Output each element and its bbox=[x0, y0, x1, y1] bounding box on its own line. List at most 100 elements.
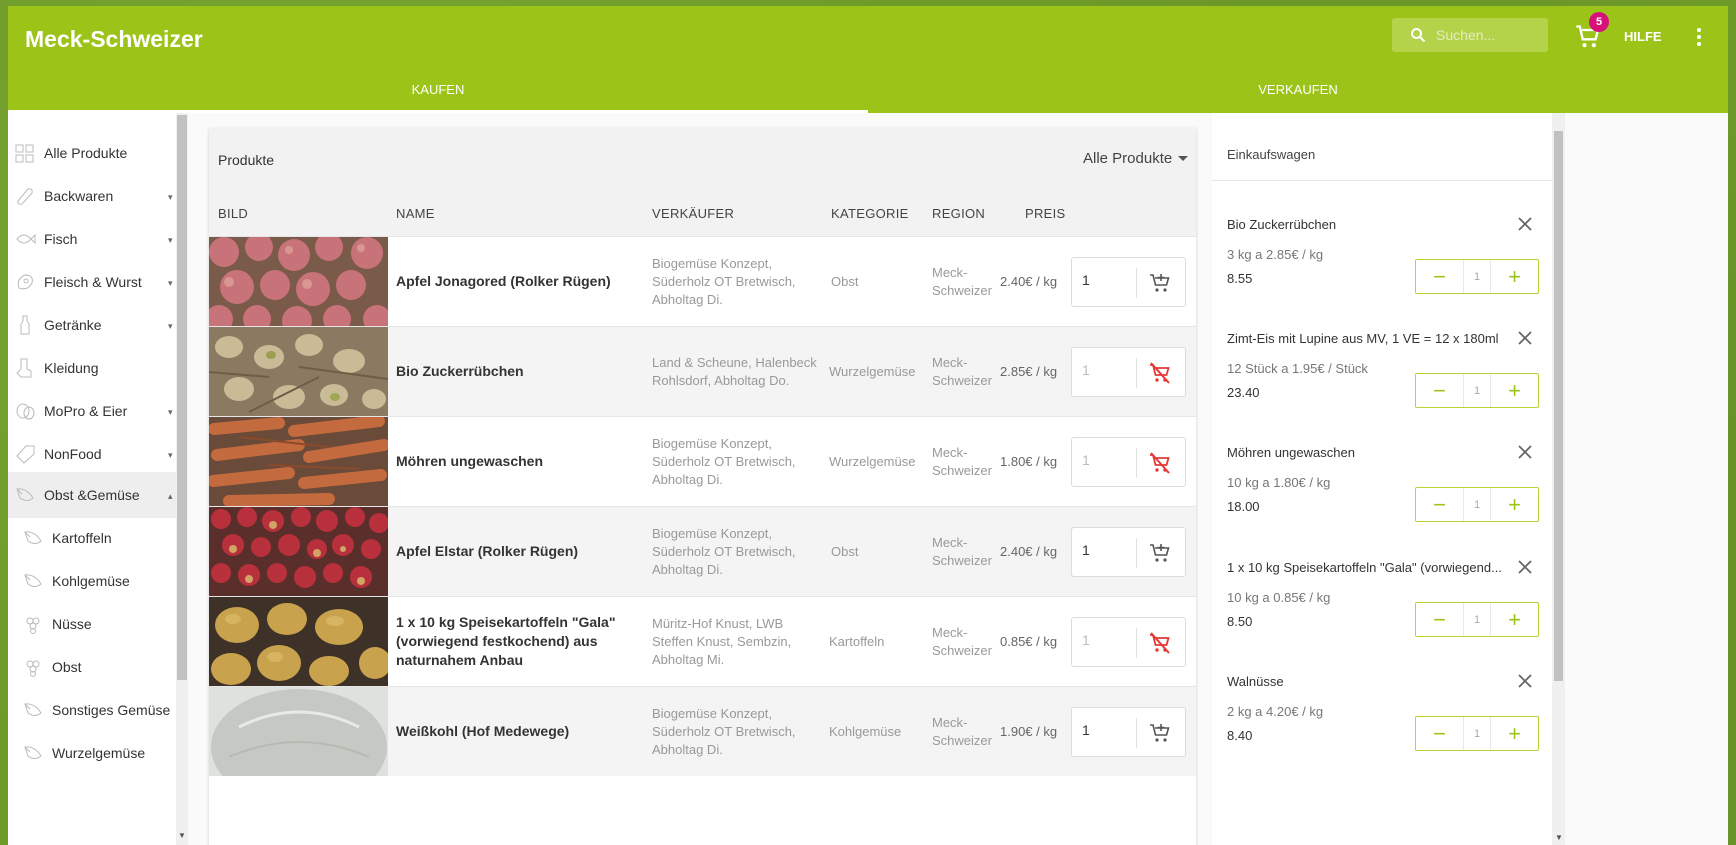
increase-quantity-button[interactable]: + bbox=[1491, 717, 1538, 750]
increase-quantity-button[interactable]: + bbox=[1491, 260, 1538, 293]
product-name[interactable]: Apfel Elstar (Rolker Rügen) bbox=[396, 507, 636, 596]
sidebar-item-label: Backwaren bbox=[44, 188, 114, 204]
shopping-cart-panel: Einkaufswagen Bio Zuckerrübchen 3 kg a 2… bbox=[1212, 113, 1552, 845]
close-icon[interactable] bbox=[1516, 215, 1534, 233]
sidebar-item-sonstiges-gemuese[interactable]: Sonstiges Gemüse bbox=[8, 687, 176, 733]
quantity-input[interactable] bbox=[1082, 722, 1132, 738]
product-image-beets[interactable] bbox=[209, 327, 388, 416]
search-input[interactable] bbox=[1436, 27, 1546, 43]
stepper-value[interactable]: 1 bbox=[1463, 260, 1491, 293]
divider bbox=[1136, 628, 1137, 658]
product-image-carrots[interactable] bbox=[209, 417, 388, 506]
sidebar-item-mopro-eier[interactable]: MoPro & Eier ▾ bbox=[8, 388, 176, 434]
product-name[interactable]: Apfel Jonagored (Rolker Rügen) bbox=[396, 237, 636, 326]
fish-icon bbox=[16, 233, 36, 245]
sidebar-item-label: Kohlgemüse bbox=[52, 573, 130, 589]
sidebar-item-fleisch-wurst[interactable]: Fleisch & Wurst ▾ bbox=[8, 259, 176, 305]
increase-quantity-button[interactable]: + bbox=[1491, 603, 1538, 636]
close-icon[interactable] bbox=[1516, 558, 1534, 576]
product-category: Obst bbox=[831, 274, 859, 289]
scrollbar-thumb[interactable] bbox=[177, 115, 187, 680]
column-header-seller: VERKÄUFER bbox=[652, 206, 735, 221]
more-vert-icon[interactable] bbox=[1692, 24, 1706, 50]
increase-quantity-button[interactable]: + bbox=[1491, 374, 1538, 407]
product-region: Meck-Schweizer bbox=[932, 354, 992, 388]
quantity-input[interactable] bbox=[1082, 542, 1132, 558]
sidebar-scrollbar[interactable]: ▼ bbox=[176, 113, 188, 845]
sidebar-item-obst[interactable]: Obst bbox=[8, 644, 176, 690]
stepper-value[interactable]: 1 bbox=[1463, 603, 1491, 636]
vegetable-icon bbox=[16, 488, 34, 501]
sidebar-item-wurzelgemuese[interactable]: Wurzelgemüse bbox=[8, 730, 176, 776]
product-price: 2.85€ / kg bbox=[1000, 364, 1058, 379]
sidebar-item-label: Alle Produkte bbox=[44, 145, 128, 161]
quantity-input[interactable] bbox=[1082, 452, 1132, 468]
quantity-input[interactable] bbox=[1082, 632, 1132, 648]
sidebar-item-alle-produkte[interactable]: Alle Produkte bbox=[8, 130, 176, 176]
scrollbar-thumb[interactable] bbox=[1554, 131, 1563, 681]
product-image-cabbage[interactable] bbox=[209, 687, 388, 776]
product-name[interactable]: Weißkohl (Hof Medewege) bbox=[396, 687, 636, 776]
clothing-icon bbox=[16, 358, 32, 378]
product-image-apples-elstar[interactable] bbox=[209, 507, 388, 596]
sidebar-item-label: Obst &Gemüse bbox=[44, 487, 140, 503]
quantity-input[interactable] bbox=[1082, 362, 1132, 378]
stepper-value[interactable]: 1 bbox=[1463, 488, 1491, 521]
quantity-add-box bbox=[1071, 437, 1186, 487]
quantity-stepper: − 1 + bbox=[1415, 259, 1539, 294]
scroll-down-arrow-icon[interactable]: ▼ bbox=[1555, 833, 1563, 842]
product-name[interactable]: 1 x 10 kg Speisekartoffeln "Gala" (vorwi… bbox=[396, 597, 636, 686]
sidebar-item-backwaren[interactable]: Backwaren ▾ bbox=[8, 173, 176, 219]
cart-item: Zimt-Eis mit Lupine aus MV, 1 VE = 12 x … bbox=[1212, 331, 1552, 446]
close-icon[interactable] bbox=[1516, 672, 1534, 690]
product-category: Wurzelgemüse bbox=[829, 454, 916, 469]
close-icon[interactable] bbox=[1516, 443, 1534, 461]
help-button[interactable]: HILFE bbox=[1624, 29, 1662, 44]
quantity-add-box bbox=[1071, 707, 1186, 757]
stepper-value[interactable]: 1 bbox=[1463, 374, 1491, 407]
category-sidebar: Alle Produkte Backwaren ▾ Fisch ▾ Fleisc… bbox=[8, 113, 188, 845]
sidebar-item-obst-gemuese[interactable]: Obst &Gemüse ▴ bbox=[8, 472, 176, 518]
stepper-value[interactable]: 1 bbox=[1463, 717, 1491, 750]
product-name[interactable]: Möhren ungewaschen bbox=[396, 417, 636, 506]
sidebar-item-label: Fisch bbox=[44, 231, 78, 247]
decrease-quantity-button[interactable]: − bbox=[1416, 717, 1463, 750]
product-category: Kartoffeln bbox=[829, 634, 885, 649]
product-image-apples[interactable] bbox=[209, 237, 388, 326]
chevron-down-icon: ▾ bbox=[168, 192, 173, 202]
sidebar-item-kohlgemuese[interactable]: Kohlgemüse bbox=[8, 558, 176, 604]
product-region: Meck-Schweizer bbox=[932, 444, 992, 478]
search-box[interactable] bbox=[1392, 18, 1548, 52]
product-category: Wurzelgemüse bbox=[829, 364, 916, 379]
sidebar-item-nuesse[interactable]: Nüsse bbox=[8, 601, 176, 647]
product-filter-dropdown[interactable]: Alle Produkte bbox=[1083, 150, 1189, 167]
tab-verkaufen[interactable]: VERKAUFEN bbox=[868, 82, 1728, 97]
quantity-input[interactable] bbox=[1082, 272, 1132, 288]
add-to-cart-icon[interactable] bbox=[1148, 541, 1172, 565]
sidebar-item-fisch[interactable]: Fisch ▾ bbox=[8, 216, 176, 262]
scroll-down-arrow-icon[interactable]: ▼ bbox=[178, 831, 186, 840]
sidebar-item-kartoffeln[interactable]: Kartoffeln bbox=[8, 515, 176, 561]
add-to-cart-icon[interactable] bbox=[1148, 721, 1172, 745]
quantity-add-box bbox=[1071, 347, 1186, 397]
sidebar-item-getraenke[interactable]: Getränke ▾ bbox=[8, 302, 176, 348]
close-icon[interactable] bbox=[1516, 329, 1534, 347]
decrease-quantity-button[interactable]: − bbox=[1416, 260, 1463, 293]
cart-item-total: 8.55 bbox=[1227, 271, 1253, 286]
cart-item-detail: 3 kg a 2.85€ / kg bbox=[1227, 247, 1324, 262]
decrease-quantity-button[interactable]: − bbox=[1416, 374, 1463, 407]
add-to-cart-icon[interactable] bbox=[1148, 271, 1172, 295]
decrease-quantity-button[interactable]: − bbox=[1416, 603, 1463, 636]
sidebar-item-nonfood[interactable]: NonFood ▾ bbox=[8, 431, 176, 477]
sidebar-item-kleidung[interactable]: Kleidung bbox=[8, 345, 176, 391]
decrease-quantity-button[interactable]: − bbox=[1416, 488, 1463, 521]
app-title[interactable]: Meck-Schweizer bbox=[25, 26, 203, 53]
sidebar-item-label: Kartoffeln bbox=[52, 530, 112, 546]
divider bbox=[1136, 358, 1137, 388]
cart-scrollbar[interactable]: ▼ bbox=[1552, 113, 1565, 845]
increase-quantity-button[interactable]: + bbox=[1491, 488, 1538, 521]
egg-icon bbox=[16, 403, 35, 420]
product-image-potatoes[interactable] bbox=[209, 597, 388, 686]
tab-kaufen[interactable]: KAUFEN bbox=[8, 82, 868, 97]
product-name[interactable]: Bio Zuckerrübchen bbox=[396, 327, 636, 416]
